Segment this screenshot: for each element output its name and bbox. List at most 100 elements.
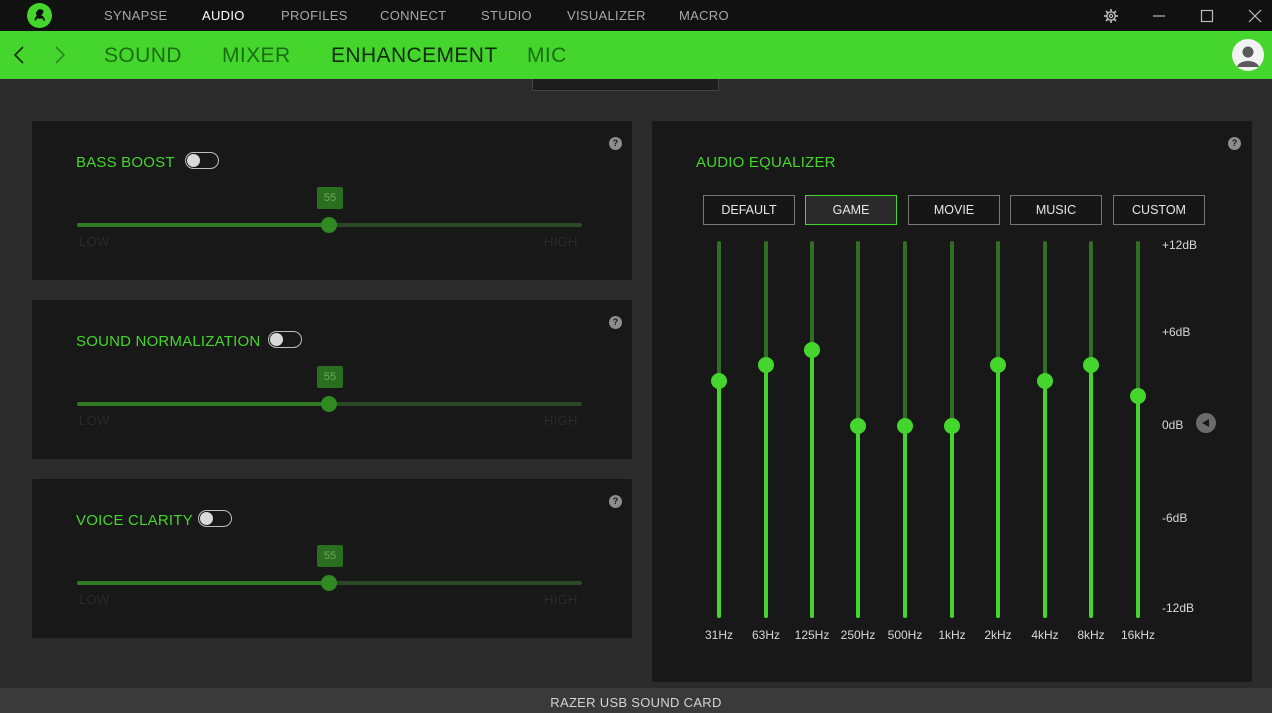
help-icon[interactable]: ?	[609, 137, 622, 150]
bass-boost-value-badge: 55	[317, 187, 343, 209]
eq-fill	[1136, 395, 1140, 618]
eq-band-slider-8khz[interactable]	[1079, 241, 1103, 618]
preset-movie-button[interactable]: MOVIE	[908, 195, 1000, 225]
preset-default-button[interactable]: DEFAULT	[703, 195, 795, 225]
help-icon[interactable]: ?	[1228, 137, 1241, 150]
db-label-minus12: -12dB	[1162, 601, 1195, 615]
slider-thumb[interactable]	[321, 396, 337, 412]
eq-band-slider-500hz[interactable]	[893, 241, 917, 618]
slider-high-label: HIGH	[544, 592, 578, 607]
slider-thumb[interactable]	[321, 575, 337, 591]
slider-high-label: HIGH	[544, 413, 578, 428]
voice-clarity-title: VOICE CLARITY	[76, 512, 193, 529]
sub-navigation-bar: SOUND MIXER ENHANCEMENT MIC	[0, 31, 1272, 79]
equalizer-title: AUDIO EQUALIZER	[696, 154, 836, 171]
sound-normalization-toggle[interactable]	[268, 331, 302, 348]
db-label-plus6: +6dB	[1162, 325, 1191, 339]
eq-fill	[810, 350, 814, 618]
eq-thumb[interactable]	[850, 418, 866, 434]
bass-boost-toggle[interactable]	[185, 152, 219, 169]
back-arrow-icon[interactable]	[12, 45, 28, 65]
eq-band-slider-1khz[interactable]	[940, 241, 964, 618]
voice-clarity-slider[interactable]	[77, 575, 582, 591]
bass-boost-title: BASS BOOST	[76, 154, 175, 171]
slider-low-label: LOW	[79, 234, 110, 249]
eq-band-slider-16khz[interactable]	[1126, 241, 1150, 618]
slider-fill	[77, 581, 329, 585]
bass-boost-slider[interactable]	[77, 217, 582, 233]
db-label-minus6: -6dB	[1162, 511, 1188, 525]
eq-thumb[interactable]	[1083, 357, 1099, 374]
forward-arrow-icon[interactable]	[52, 45, 68, 65]
tab-mixer[interactable]: MIXER	[222, 44, 291, 68]
tab-enhancement[interactable]: ENHANCEMENT	[331, 44, 498, 68]
dropdown-edge	[532, 79, 719, 91]
topnav-studio[interactable]: STUDIO	[481, 8, 532, 23]
bass-boost-card: ? BASS BOOST 55 LOW HIGH	[32, 121, 632, 280]
preset-custom-button[interactable]: CUSTOM	[1113, 195, 1205, 225]
help-icon[interactable]: ?	[609, 495, 622, 508]
eq-band-slider-4khz[interactable]	[1033, 241, 1057, 618]
voice-clarity-value-badge: 55	[317, 545, 343, 567]
eq-fill	[950, 426, 954, 618]
razer-logo-icon[interactable]	[27, 3, 52, 28]
eq-thumb[interactable]	[804, 342, 820, 359]
sound-normalization-value-badge: 55	[317, 366, 343, 388]
topnav-synapse[interactable]: SYNAPSE	[104, 8, 168, 23]
db-label-plus12: +12dB	[1162, 238, 1198, 252]
eq-band-slider-250hz[interactable]	[846, 241, 870, 618]
title-bar: SYNAPSE AUDIO PROFILES CONNECT STUDIO VI…	[0, 0, 1272, 31]
toggle-knob	[200, 512, 213, 525]
eq-fill	[903, 426, 907, 618]
eq-band-slider-63hz[interactable]	[754, 241, 778, 618]
sound-normalization-title: SOUND NORMALIZATION	[76, 333, 261, 350]
slider-low-label: LOW	[79, 413, 110, 428]
topnav-connect[interactable]: CONNECT	[380, 8, 446, 23]
reset-zero-db-icon[interactable]	[1196, 413, 1216, 433]
help-icon[interactable]: ?	[609, 316, 622, 329]
eq-thumb[interactable]	[711, 372, 727, 389]
sound-normalization-card: ? SOUND NORMALIZATION 55 LOW HIGH	[32, 300, 632, 459]
eq-thumb[interactable]	[897, 418, 913, 434]
eq-thumb[interactable]	[1130, 387, 1146, 404]
topnav-profiles[interactable]: PROFILES	[281, 8, 348, 23]
user-avatar-icon[interactable]	[1232, 39, 1264, 71]
eq-band-slider-125hz[interactable]	[800, 241, 824, 618]
slider-thumb[interactable]	[321, 217, 337, 233]
settings-gear-icon[interactable]	[1101, 6, 1121, 26]
eq-fill	[1089, 365, 1093, 618]
close-icon[interactable]	[1245, 6, 1265, 26]
preset-music-button[interactable]: MUSIC	[1010, 195, 1102, 225]
eq-fill	[717, 380, 721, 618]
eq-band-slider-31hz[interactable]	[707, 241, 731, 618]
topnav-audio[interactable]: AUDIO	[202, 8, 245, 23]
eq-thumb[interactable]	[990, 357, 1006, 374]
minimize-icon[interactable]	[1149, 6, 1169, 26]
topnav-macro[interactable]: MACRO	[679, 8, 729, 23]
eq-fill	[856, 426, 860, 618]
eq-band-slider-2khz[interactable]	[986, 241, 1010, 618]
tab-sound[interactable]: SOUND	[104, 44, 182, 68]
sound-normalization-slider[interactable]	[77, 396, 582, 412]
slider-high-label: HIGH	[544, 234, 578, 249]
db-label-zero: 0dB	[1162, 418, 1184, 432]
eq-thumb[interactable]	[944, 418, 960, 434]
tab-mic[interactable]: MIC	[527, 44, 567, 68]
slider-low-label: LOW	[79, 592, 110, 607]
eq-thumb[interactable]	[758, 357, 774, 374]
toggle-knob	[187, 154, 200, 167]
slider-fill	[77, 223, 329, 227]
eq-thumb[interactable]	[1037, 372, 1053, 389]
eq-fill	[996, 365, 1000, 618]
voice-clarity-toggle[interactable]	[198, 510, 232, 527]
topnav-visualizer[interactable]: VISUALIZER	[567, 8, 646, 23]
eq-fill	[1043, 380, 1047, 618]
maximize-icon[interactable]	[1197, 6, 1217, 26]
eq-freq-label: 16kHz	[1120, 628, 1155, 642]
toggle-knob	[270, 333, 283, 346]
device-footer: RAZER USB SOUND CARD	[0, 688, 1272, 713]
eq-fill	[764, 365, 768, 618]
preset-game-button[interactable]: GAME	[805, 195, 897, 225]
slider-fill	[77, 402, 329, 406]
voice-clarity-card: ? VOICE CLARITY 55 LOW HIGH	[32, 479, 632, 638]
